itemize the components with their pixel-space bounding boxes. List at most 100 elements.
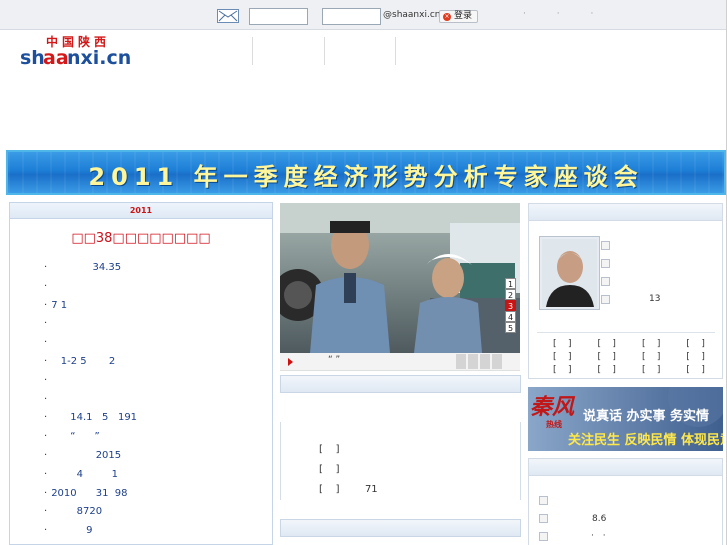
bracket-link[interactable]: [ ]	[686, 352, 704, 362]
page-3-button[interactable]: 3	[505, 300, 516, 311]
news-item[interactable]: · 9	[44, 525, 93, 536]
news-item-text[interactable]: 2015	[51, 450, 121, 461]
username-input[interactable]	[249, 8, 308, 25]
bracket-link[interactable]: [ ]	[553, 339, 571, 349]
hotline-ad[interactable]: 秦风 热线 说真话 办实事 务实情 关注民生 反映民情 体现民意	[528, 387, 723, 451]
header-divider	[395, 37, 396, 65]
news-item[interactable]: ·	[44, 318, 51, 329]
news-item-text[interactable]: 1-2 5 2	[51, 356, 116, 367]
thumbnail[interactable]	[480, 354, 490, 369]
news-item-text[interactable]: 9	[51, 525, 92, 536]
link-row: [ ] [ ] [ ] [ ]	[553, 339, 705, 349]
thumbnail[interactable]	[468, 354, 478, 369]
bracket-link[interactable]: [ ]	[686, 339, 704, 349]
info-panel: 8.6 · ·	[528, 458, 723, 545]
thumbnail[interactable]	[492, 354, 502, 369]
portrait-photo[interactable]	[539, 236, 600, 310]
middle-news-list: [ ] [ ] [ ] 71	[280, 422, 521, 500]
thumbnail-strip	[456, 354, 502, 369]
bracket-link[interactable]: [ ]	[597, 339, 615, 349]
bracket-link[interactable]: [ ]	[642, 365, 660, 375]
info-panel-header	[529, 459, 722, 476]
bullet-icon: ·	[44, 356, 48, 367]
bullet-icon: ·	[44, 412, 48, 423]
bracket-link[interactable]: [ ]	[642, 352, 660, 362]
slideshow-caption-bar: “ ”	[280, 353, 520, 371]
event-banner[interactable]: 2011 年一季度经济形势分析专家座谈会	[6, 150, 726, 195]
section-header	[280, 375, 521, 393]
bullet-icon: ·	[44, 488, 48, 499]
page-2-button[interactable]: 2	[505, 289, 516, 300]
link-row: [ ] [ ] [ ] [ ]	[553, 352, 705, 362]
ad-line-1: 说真话 办实事 务实情	[583, 409, 710, 424]
news-item-text[interactable]: “ ”	[51, 431, 99, 442]
page-1-button[interactable]: 1	[505, 278, 516, 289]
bullet-icon: ·	[44, 394, 48, 405]
bracket-link[interactable]: [ ]	[597, 352, 615, 362]
bracket-link[interactable]: [ ]	[553, 352, 571, 362]
bracket-link[interactable]: [ ]	[686, 365, 704, 375]
info-icon	[539, 514, 548, 523]
mail-icon[interactable]	[217, 9, 239, 23]
news-item[interactable]: · 14.1 5 191	[44, 412, 137, 423]
news-item-text[interactable]: 34.35	[51, 262, 122, 273]
divider	[537, 332, 715, 333]
page-4-button[interactable]: 4	[505, 311, 516, 322]
profile-panel-header	[529, 204, 722, 221]
svg-text:nxi.cn: nxi.cn	[67, 47, 131, 68]
banner-title: 2011 年一季度经济形势分析专家座谈会	[88, 163, 644, 191]
login-label: 登录	[454, 11, 473, 21]
slideshow-photo[interactable]	[280, 203, 520, 353]
news-panel-header: 2011	[10, 203, 272, 219]
page-5-button[interactable]: 5	[505, 322, 516, 333]
bullet-icon: ·	[44, 450, 48, 461]
news-item-text[interactable]: 14.1 5 191	[51, 412, 137, 423]
headline-link[interactable]: □□38□□□□□□□□	[10, 231, 272, 246]
arrow-right-icon	[288, 358, 293, 366]
info-icon	[601, 259, 610, 268]
site-logo[interactable]: 中国陕西 sh aa nxi.cn	[20, 34, 144, 69]
bracket-link[interactable]: [ ]	[642, 339, 660, 349]
news-item[interactable]: ·	[44, 281, 51, 292]
news-item-text[interactable]: 4 1	[51, 469, 118, 480]
list-item[interactable]: [ ]	[319, 464, 340, 475]
link-row: [ ] [ ] [ ] [ ]	[553, 365, 705, 375]
news-item[interactable]: ·	[44, 337, 51, 348]
bullet-icon: ·	[44, 375, 48, 386]
news-item[interactable]: · 2015	[44, 450, 121, 461]
password-input[interactable]	[322, 8, 381, 25]
info-dots: · ·	[591, 531, 609, 541]
bracket-link[interactable]: [ ]	[553, 365, 571, 375]
info-icon	[601, 241, 610, 250]
header-divider	[252, 37, 253, 65]
news-item-text[interactable]: 8720	[51, 506, 102, 517]
news-item-text[interactable]: 2010 31 98	[51, 488, 127, 499]
list-item[interactable]: [ ] 71	[319, 484, 378, 495]
info-icon	[601, 295, 610, 304]
news-item[interactable]: · 7 1	[44, 300, 67, 311]
slideshow-caption[interactable]: “ ”	[328, 355, 340, 365]
news-item[interactable]: · 34.35	[44, 262, 121, 273]
profile-panel: 13 [ ] [ ] [ ] [ ] [ ] [ ] [ ] [ ] [ ] […	[528, 203, 723, 379]
news-item[interactable]: · 1-2 5 2	[44, 356, 115, 367]
email-domain-label: @shaanxi.cn	[383, 10, 441, 20]
list-item[interactable]: [ ]	[319, 444, 340, 455]
info-icon	[539, 532, 548, 541]
thumbnail[interactable]	[456, 354, 466, 369]
info-value: 8.6	[592, 514, 607, 524]
header-divider	[324, 37, 325, 65]
topbar-links[interactable]: · · ·	[523, 9, 607, 19]
news-item[interactable]: · 2010 31 98	[44, 488, 128, 499]
ad-logo: 秦风	[530, 394, 575, 420]
section-header	[280, 519, 521, 537]
news-item[interactable]: · 4 1	[44, 469, 118, 480]
login-icon: ×	[443, 12, 451, 21]
svg-text:aa: aa	[43, 47, 69, 68]
news-item[interactable]: ·	[44, 394, 51, 405]
news-item-text[interactable]: 7 1	[51, 300, 67, 311]
news-item[interactable]: ·	[44, 375, 51, 386]
login-button[interactable]: × 登录	[439, 10, 479, 23]
news-item[interactable]: · 8720	[44, 506, 102, 517]
bracket-link[interactable]: [ ]	[597, 365, 615, 375]
news-item[interactable]: · “ ”	[44, 431, 100, 442]
